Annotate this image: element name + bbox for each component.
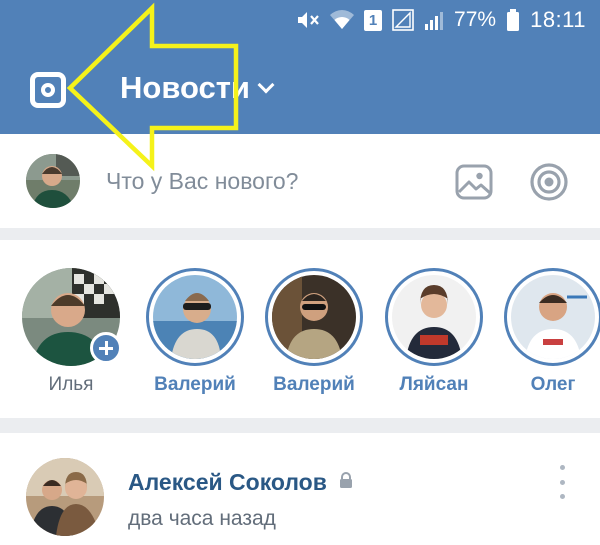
- signal-icon: [424, 10, 444, 30]
- stories-carousel[interactable]: Илья Валерий Валерий Ляйсан Олег: [0, 240, 600, 418]
- clock: 18:11: [530, 7, 586, 32]
- page-title: Новости: [120, 70, 250, 105]
- post-author[interactable]: Алексей Соколов: [128, 469, 327, 496]
- signal-empty-icon: [392, 9, 414, 31]
- avatar: [272, 275, 356, 359]
- camera-lens: [41, 83, 55, 97]
- avatar: [511, 275, 595, 359]
- status-bar: 1 77% 18:11: [296, 0, 600, 40]
- battery-percent: 77%: [454, 8, 497, 31]
- story-target-icon[interactable]: [529, 162, 569, 202]
- story-avatar: [265, 268, 363, 366]
- camera-icon[interactable]: [30, 72, 66, 108]
- story-item-own[interactable]: Илья: [21, 268, 122, 396]
- battery-icon: [506, 9, 520, 31]
- story-avatar: [146, 268, 244, 366]
- story-name: Илья: [48, 374, 94, 395]
- post-header: Алексей Соколов: [128, 469, 353, 496]
- plus-icon[interactable]: [90, 332, 122, 364]
- news-feed-selector[interactable]: Новости: [120, 70, 275, 106]
- story-name: Ляйсан: [399, 374, 469, 395]
- story-avatar: [504, 268, 600, 366]
- more-vertical-icon[interactable]: [554, 465, 570, 499]
- story-item[interactable]: Валерий: [264, 268, 364, 396]
- app-header: 1 77% 18:11 Новости: [0, 0, 600, 134]
- story-item[interactable]: Ляйсан: [384, 268, 484, 396]
- story-item[interactable]: Валерий: [145, 268, 245, 396]
- avatar[interactable]: [26, 154, 80, 208]
- mute-icon: [296, 9, 320, 31]
- story-name: Валерий: [273, 374, 355, 395]
- sim-icon: 1: [364, 9, 383, 31]
- chevron-down-icon: [257, 76, 275, 94]
- wifi-icon: [330, 10, 355, 30]
- post-time: два часа назад: [128, 507, 276, 530]
- story-name: Валерий: [154, 374, 236, 395]
- feed-post: Алексей Соколов два часа назад: [0, 433, 600, 545]
- story-avatar: [385, 268, 483, 366]
- new-post-input[interactable]: [106, 164, 436, 198]
- post-composer: [0, 134, 600, 228]
- avatar: [392, 275, 476, 359]
- story-avatar: [22, 268, 122, 366]
- photo-icon[interactable]: [455, 164, 493, 200]
- avatar[interactable]: [26, 458, 104, 536]
- story-name: Олег: [530, 374, 576, 395]
- story-item[interactable]: Олег: [503, 268, 600, 396]
- lock-icon: [339, 472, 353, 493]
- avatar: [153, 275, 237, 359]
